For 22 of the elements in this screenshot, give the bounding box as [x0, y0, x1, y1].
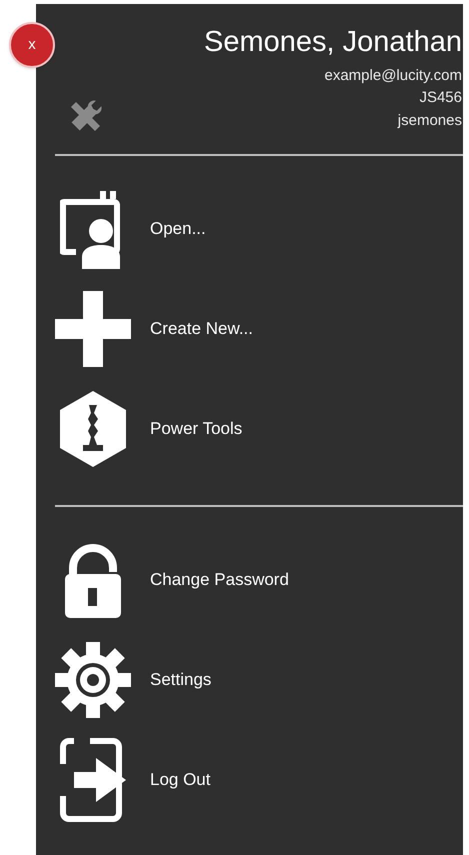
menu-item-label: Power Tools	[150, 418, 242, 440]
logout-icon	[60, 738, 126, 822]
user-code: JS456	[419, 88, 462, 108]
close-button[interactable]: x	[9, 22, 55, 68]
menu-item-label: Create New...	[150, 318, 253, 340]
menu-item-label: Change Password	[150, 569, 289, 592]
menu-item-label: Open...	[150, 218, 206, 240]
plus-icon	[55, 291, 131, 367]
menu-item[interactable]: Log Out	[36, 730, 463, 830]
user-email: example@lucity.com	[324, 66, 462, 86]
menu-item[interactable]: Power Tools	[36, 379, 463, 479]
menu-item-label: Log Out	[150, 769, 210, 792]
user-login: jsemones	[398, 111, 462, 131]
lock-icon	[63, 542, 123, 618]
menu-item-label: Settings	[150, 669, 212, 692]
gear-icon	[53, 640, 133, 720]
menu-item[interactable]: Create New...	[36, 279, 463, 379]
menu-item[interactable]: Open...	[36, 179, 463, 279]
hexagon-tool-icon	[60, 391, 126, 467]
menu-item[interactable]: Settings	[36, 630, 463, 730]
menu-item[interactable]: Change Password	[36, 530, 463, 630]
user-name: Semones, Jonathan	[204, 25, 462, 60]
